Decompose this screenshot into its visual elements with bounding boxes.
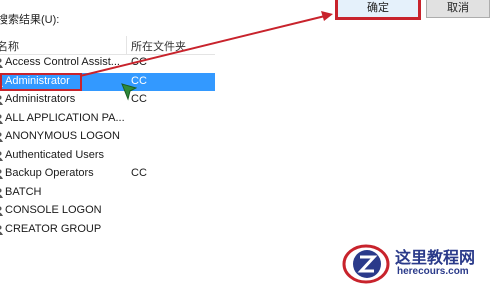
mouse-cursor-icon: [121, 83, 137, 101]
watermark-logo-icon: [342, 244, 390, 284]
site-watermark: 这里教程网 herecours.com: [340, 240, 490, 286]
watermark-title: 这里教程网: [395, 248, 476, 267]
watermark-url: herecours.com: [397, 266, 469, 277]
